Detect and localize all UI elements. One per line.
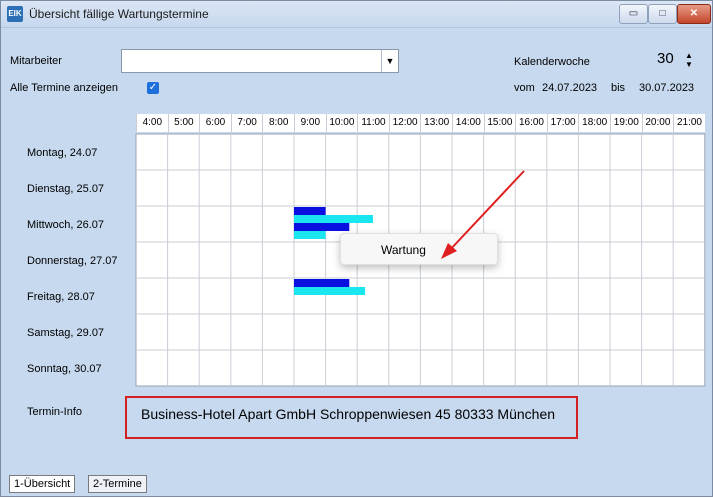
hour-header-cell: 20:00 <box>641 114 674 132</box>
hour-header-cell: 7:00 <box>230 114 263 132</box>
tab-uebersicht[interactable]: 1-Übersicht <box>9 475 76 493</box>
appointment-bar[interactable] <box>294 215 373 223</box>
employee-select[interactable]: ▼ <box>121 49 399 73</box>
appointment-bar[interactable] <box>294 231 326 239</box>
appointment-bar[interactable] <box>294 207 326 215</box>
close-button[interactable]: ✕ <box>677 4 711 24</box>
app-icon: EIK <box>7 6 23 22</box>
appointment-bar[interactable] <box>294 279 350 287</box>
hour-header-cell: 10:00 <box>325 114 358 132</box>
hour-header-cell: 17:00 <box>546 114 579 132</box>
window-title: Übersicht fällige Wartungstermine <box>29 7 209 21</box>
termin-info-label: Termin-Info <box>27 406 83 418</box>
tab-termine[interactable]: 2-Termine <box>88 475 147 493</box>
hour-header-cell: 19:00 <box>610 114 642 132</box>
hour-header-cell: 11:00 <box>357 114 389 132</box>
week-to-label: bis <box>611 82 626 94</box>
show-all-label: Alle Termine anzeigen <box>10 82 119 94</box>
day-label: Mittwoch, 26.07 <box>27 219 105 231</box>
week-label: Kalenderwoche <box>514 56 590 68</box>
chevron-down-icon[interactable]: ▼ <box>381 50 398 72</box>
maximize-button[interactable]: □ <box>648 4 677 24</box>
day-label: Donnerstag, 27.07 <box>27 255 118 267</box>
day-label: Montag, 24.07 <box>27 147 98 159</box>
hour-header-cell: 18:00 <box>578 114 610 132</box>
employee-label: Mitarbeiter <box>10 55 62 67</box>
appointment-bar[interactable] <box>294 223 350 231</box>
day-label: Samstag, 29.07 <box>27 327 105 339</box>
hour-header-cell: 13:00 <box>420 114 452 132</box>
week-spinner[interactable]: ▲ ▼ <box>684 51 694 71</box>
week-from-date: 24.07.2023 <box>542 82 598 94</box>
termin-info-box: Business-Hotel Apart GmbH Schroppenwiese… <box>125 396 578 439</box>
hour-header-cell: 14:00 <box>452 114 484 132</box>
week-number-field[interactable]: 30 <box>657 50 674 67</box>
hour-header-cell: 15:00 <box>483 114 516 132</box>
tooltip-text: Wartung <box>381 243 426 257</box>
appointment-tooltip: Wartung <box>340 233 498 265</box>
minimize-button[interactable]: ▭ <box>619 4 648 24</box>
hour-header-cell: 8:00 <box>262 114 294 132</box>
day-label: Freitag, 28.07 <box>27 291 95 303</box>
week-from-label: vom <box>514 82 535 94</box>
week-to-date: 30.07.2023 <box>639 82 695 94</box>
hour-header-cell: 16:00 <box>515 114 547 132</box>
title-bar[interactable]: EIK Übersicht fällige Wartungstermine ▭ … <box>1 1 712 28</box>
termin-info-text: Business-Hotel Apart GmbH Schroppenwiese… <box>141 406 556 422</box>
hour-header-cell: 9:00 <box>294 114 326 132</box>
appointment-bar[interactable] <box>294 287 366 295</box>
day-label: Sonntag, 30.07 <box>27 363 102 375</box>
hour-header-cell: 12:00 <box>388 114 421 132</box>
hour-header-cell: 4:00 <box>136 114 168 132</box>
day-label: Dienstag, 25.07 <box>27 183 105 195</box>
main-window: EIK Übersicht fällige Wartungstermine ▭ … <box>0 0 713 497</box>
hour-header-cell: 21:00 <box>673 114 705 132</box>
hour-header-cell: 5:00 <box>167 114 200 132</box>
hour-header-cell: 6:00 <box>199 114 231 132</box>
show-all-checkbox[interactable]: ✓ <box>147 82 159 94</box>
